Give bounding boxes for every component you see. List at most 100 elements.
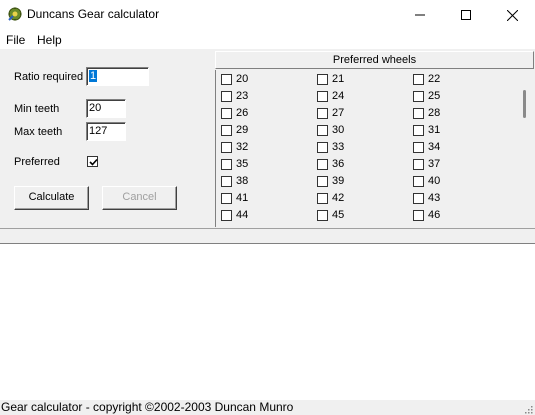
menu-help[interactable]: Help bbox=[37, 33, 62, 47]
scrollbar-thumb[interactable] bbox=[523, 90, 526, 118]
wheel-option[interactable]: 29 bbox=[221, 122, 311, 139]
wheel-label: 26 bbox=[236, 107, 249, 119]
ratio-label: Ratio required bbox=[14, 71, 84, 83]
wheel-label: 28 bbox=[428, 107, 441, 119]
wheel-checkbox[interactable] bbox=[317, 125, 328, 136]
ratio-input[interactable]: 1 bbox=[86, 67, 149, 86]
wheels-scrollbar[interactable] bbox=[517, 70, 534, 227]
wheel-checkbox[interactable] bbox=[221, 159, 232, 170]
wheel-option[interactable]: 38 bbox=[221, 173, 311, 190]
wheel-option[interactable]: 42 bbox=[317, 190, 407, 207]
wheel-label: 43 bbox=[428, 192, 441, 204]
wheel-checkbox[interactable] bbox=[413, 125, 424, 136]
min-teeth-input[interactable]: 20 bbox=[86, 99, 126, 118]
wheel-option[interactable]: 39 bbox=[317, 173, 407, 190]
preferred-label: Preferred bbox=[14, 156, 60, 168]
wheel-checkbox[interactable] bbox=[221, 125, 232, 136]
wheel-checkbox[interactable] bbox=[221, 176, 232, 187]
wheel-option[interactable]: 40 bbox=[413, 173, 503, 190]
wheel-label: 42 bbox=[332, 192, 345, 204]
wheel-option[interactable]: 37 bbox=[413, 156, 503, 173]
wheel-label: 41 bbox=[236, 192, 249, 204]
wheel-checkbox[interactable] bbox=[317, 210, 328, 221]
results-area[interactable] bbox=[0, 244, 535, 400]
wheel-label: 39 bbox=[332, 175, 345, 187]
wheel-checkbox[interactable] bbox=[413, 91, 424, 102]
wheel-option[interactable]: 23 bbox=[221, 88, 311, 105]
wheel-option[interactable]: 30 bbox=[317, 122, 407, 139]
wheel-label: 24 bbox=[332, 90, 345, 102]
wheel-label: 27 bbox=[332, 107, 345, 119]
preferred-wheels-list[interactable]: 20 21 22 23 24 25 26 27 28 29 30 31 32 33 34 35 36 37 38 39… bbox=[215, 70, 518, 227]
wheel-option[interactable]: 35 bbox=[221, 156, 311, 173]
wheel-label: 44 bbox=[236, 209, 249, 221]
close-button[interactable] bbox=[489, 0, 535, 30]
wheel-option[interactable]: 28 bbox=[413, 105, 503, 122]
wheel-checkbox[interactable] bbox=[317, 91, 328, 102]
wheel-option[interactable]: 25 bbox=[413, 88, 503, 105]
preferred-checkbox[interactable] bbox=[87, 156, 98, 167]
wheel-option[interactable]: 26 bbox=[221, 105, 311, 122]
wheel-checkbox[interactable] bbox=[317, 142, 328, 153]
wheel-checkbox[interactable] bbox=[221, 142, 232, 153]
wheel-option[interactable]: 41 bbox=[221, 190, 311, 207]
wheel-label: 46 bbox=[428, 209, 441, 221]
wheel-option[interactable]: 22 bbox=[413, 71, 503, 88]
window-title: Duncans Gear calculator bbox=[27, 7, 160, 21]
wheel-checkbox[interactable] bbox=[413, 210, 424, 221]
wheel-label: 30 bbox=[332, 124, 345, 136]
max-teeth-input[interactable]: 127 bbox=[86, 122, 126, 141]
maximize-button[interactable] bbox=[443, 0, 489, 30]
wheel-checkbox[interactable] bbox=[317, 159, 328, 170]
menu-file[interactable]: File bbox=[6, 33, 25, 47]
wheel-checkbox[interactable] bbox=[317, 176, 328, 187]
wheel-label: 34 bbox=[428, 141, 441, 153]
wheel-checkbox[interactable] bbox=[221, 108, 232, 119]
wheel-checkbox[interactable] bbox=[317, 108, 328, 119]
wheel-label: 38 bbox=[236, 175, 249, 187]
wheel-label: 32 bbox=[236, 141, 249, 153]
calculate-button[interactable]: Calculate bbox=[14, 186, 89, 210]
wheel-option[interactable]: 27 bbox=[317, 105, 407, 122]
resize-grip-icon[interactable] bbox=[523, 404, 533, 414]
wheel-checkbox[interactable] bbox=[413, 176, 424, 187]
wheel-option[interactable]: 33 bbox=[317, 139, 407, 156]
wheel-label: 21 bbox=[332, 73, 345, 85]
wheel-option[interactable]: 44 bbox=[221, 207, 311, 224]
wheel-checkbox[interactable] bbox=[413, 74, 424, 85]
wheel-label: 22 bbox=[428, 73, 441, 85]
wheel-checkbox[interactable] bbox=[221, 193, 232, 204]
wheel-option[interactable]: 43 bbox=[413, 190, 503, 207]
wheel-checkbox[interactable] bbox=[317, 74, 328, 85]
wheel-option[interactable]: 32 bbox=[221, 139, 311, 156]
title-bar[interactable]: Duncans Gear calculator bbox=[0, 0, 535, 30]
wheel-option[interactable]: 21 bbox=[317, 71, 407, 88]
minimize-button[interactable] bbox=[397, 0, 443, 30]
wheel-option[interactable]: 31 bbox=[413, 122, 503, 139]
wheel-option[interactable]: 34 bbox=[413, 139, 503, 156]
wheel-label: 20 bbox=[236, 73, 249, 85]
splitter-bar[interactable] bbox=[0, 228, 535, 244]
wheel-label: 29 bbox=[236, 124, 249, 136]
wheel-checkbox[interactable] bbox=[221, 74, 232, 85]
preferred-wheels-header: Preferred wheels bbox=[215, 51, 534, 69]
wheel-checkbox[interactable] bbox=[317, 193, 328, 204]
wheel-checkbox[interactable] bbox=[221, 91, 232, 102]
wheel-checkbox[interactable] bbox=[413, 108, 424, 119]
wheel-option[interactable]: 24 bbox=[317, 88, 407, 105]
wheel-label: 45 bbox=[332, 209, 345, 221]
min-teeth-label: Min teeth bbox=[14, 103, 60, 115]
wheel-label: 35 bbox=[236, 158, 249, 170]
wheel-option[interactable]: 20 bbox=[221, 71, 311, 88]
wheel-checkbox[interactable] bbox=[413, 142, 424, 153]
wheel-checkbox[interactable] bbox=[413, 193, 424, 204]
maximize-icon bbox=[461, 10, 471, 20]
wheel-option[interactable]: 46 bbox=[413, 207, 503, 224]
wheel-checkbox[interactable] bbox=[221, 210, 232, 221]
ratio-value: 1 bbox=[89, 70, 98, 82]
wheel-option[interactable]: 36 bbox=[317, 156, 407, 173]
wheel-label: 36 bbox=[332, 158, 345, 170]
wheel-checkbox[interactable] bbox=[413, 159, 424, 170]
wheel-option[interactable]: 45 bbox=[317, 207, 407, 224]
cancel-button[interactable]: Cancel bbox=[102, 186, 177, 210]
